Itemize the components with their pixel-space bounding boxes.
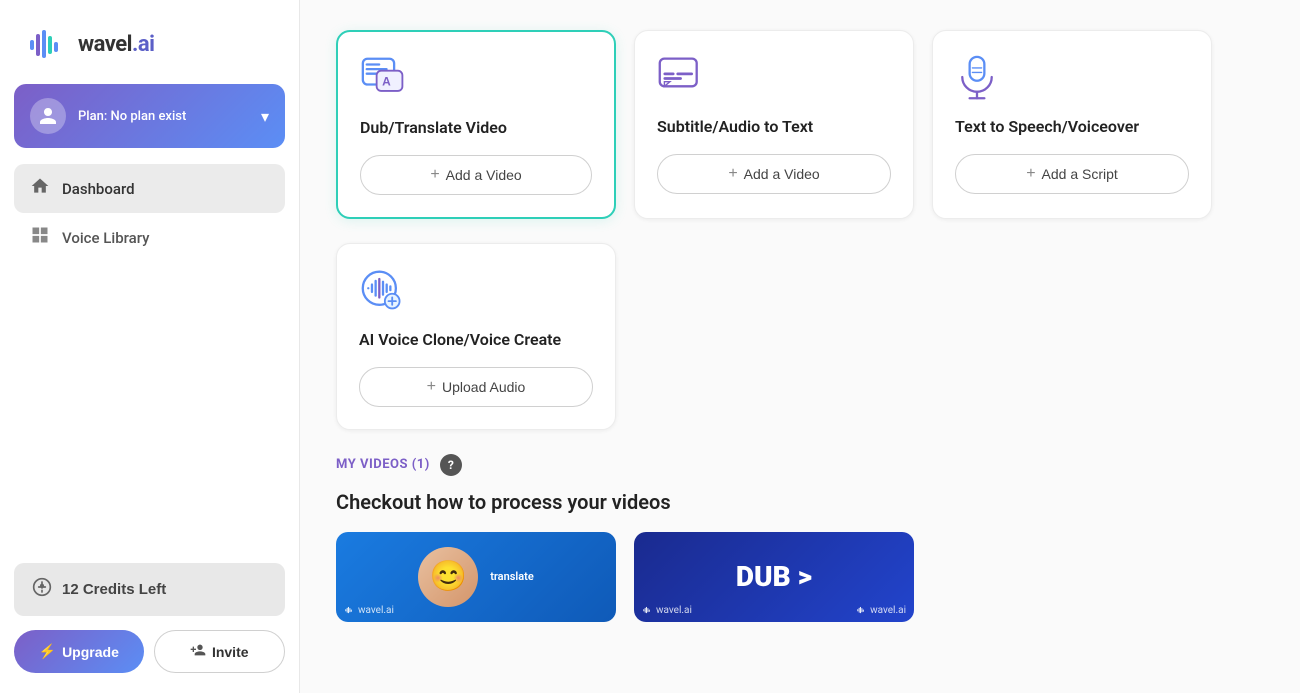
sidebar-item-voice-library[interactable]: Voice Library: [14, 213, 285, 262]
sidebar: wavel.ai Plan: No plan exist ▾ Dashboard…: [0, 0, 300, 693]
card-title-voice-clone: AI Voice Clone/Voice Create: [359, 330, 593, 351]
subtitle-icon: [657, 55, 891, 101]
home-icon: [30, 176, 50, 201]
sidebar-item-label-dashboard: Dashboard: [62, 180, 135, 198]
logo-area: wavel.ai: [0, 0, 299, 84]
feature-card-dub-translate: A Dub/Translate Video + Add a Video: [336, 30, 616, 219]
checkout-title: Checkout how to process your videos: [336, 490, 1264, 514]
help-icon[interactable]: ?: [440, 454, 462, 476]
upgrade-label: Upgrade: [62, 644, 119, 660]
feature-cards-row2: AI Voice Clone/Voice Create + Upload Aud…: [336, 243, 1264, 430]
credits-button[interactable]: 12 Credits Left: [14, 563, 285, 616]
card-title-subtitle: Subtitle/Audio to Text: [657, 117, 891, 138]
svg-text:A: A: [382, 74, 391, 88]
upgrade-button[interactable]: ⚡ Upgrade: [14, 630, 144, 673]
avatar: [30, 98, 66, 134]
bolt-icon: ⚡: [39, 643, 56, 660]
plus-icon-3: +: [1026, 165, 1035, 183]
feature-cards-grid: A Dub/Translate Video + Add a Video: [336, 30, 1264, 219]
person-plus-icon: [190, 642, 206, 661]
logo-text: wavel.ai: [78, 32, 154, 57]
add-video-label-subtitle: Add a Video: [744, 166, 820, 182]
nav-items: Dashboard Voice Library: [0, 156, 299, 563]
bottom-buttons: ⚡ Upgrade Invite: [0, 630, 299, 693]
credits-area: 12 Credits Left: [14, 563, 285, 616]
add-video-button-dub[interactable]: + Add a Video: [360, 155, 592, 195]
translate-icon: A: [360, 56, 592, 102]
add-script-button[interactable]: + Add a Script: [955, 154, 1189, 194]
thumb-watermark-2: wavel.ai: [642, 605, 692, 616]
profile-area[interactable]: Plan: No plan exist ▾: [14, 84, 285, 148]
profile-left: Plan: No plan exist: [30, 98, 186, 134]
plus-icon-2: +: [728, 165, 737, 183]
plus-icon: +: [430, 166, 439, 184]
thumb-watermark-right-2: wavel.ai: [856, 605, 906, 616]
video-thumb-2[interactable]: DUB > wavel.ai wavel.ai: [634, 532, 914, 622]
mic-icon: [955, 55, 1189, 101]
thumb-face-1: 😊: [418, 547, 478, 607]
credits-label: 12 Credits Left: [62, 581, 166, 598]
card-title-dub-translate: Dub/Translate Video: [360, 118, 592, 139]
video-thumbnails: 😊 translate wavel.ai DUB > wavel.ai wave…: [336, 532, 1264, 622]
feature-card-voice-clone: AI Voice Clone/Voice Create + Upload Aud…: [336, 243, 616, 430]
credits-icon: [32, 577, 52, 602]
plus-icon-4: +: [427, 378, 436, 396]
upload-audio-button[interactable]: + Upload Audio: [359, 367, 593, 407]
feature-card-subtitle: Subtitle/Audio to Text + Add a Video: [634, 30, 914, 219]
my-videos-title: MY VIDEOS (1): [336, 457, 430, 472]
upload-audio-label: Upload Audio: [442, 379, 525, 395]
add-script-label: Add a Script: [1042, 166, 1118, 182]
add-video-label-dub: Add a Video: [446, 167, 522, 183]
card-title-tts: Text to Speech/Voiceover: [955, 117, 1189, 138]
add-video-button-subtitle[interactable]: + Add a Video: [657, 154, 891, 194]
thumb-watermark-1: wavel.ai: [344, 605, 394, 616]
sidebar-item-label-voice-library: Voice Library: [62, 229, 150, 247]
main-content: A Dub/Translate Video + Add a Video: [300, 0, 1300, 693]
dub-text: DUB >: [736, 560, 812, 593]
my-videos-header: MY VIDEOS (1) ?: [336, 454, 1264, 476]
video-thumb-1[interactable]: 😊 translate wavel.ai: [336, 532, 616, 622]
plan-text: Plan: No plan exist: [78, 109, 186, 124]
sidebar-item-dashboard[interactable]: Dashboard: [14, 164, 285, 213]
wavel-logo-icon: [24, 22, 68, 66]
invite-button[interactable]: Invite: [154, 630, 286, 673]
feature-card-tts: Text to Speech/Voiceover + Add a Script: [932, 30, 1212, 219]
voice-clone-icon: [359, 268, 593, 314]
chevron-down-icon: ▾: [261, 107, 269, 126]
invite-label: Invite: [212, 644, 249, 660]
grid-icon: [30, 225, 50, 250]
